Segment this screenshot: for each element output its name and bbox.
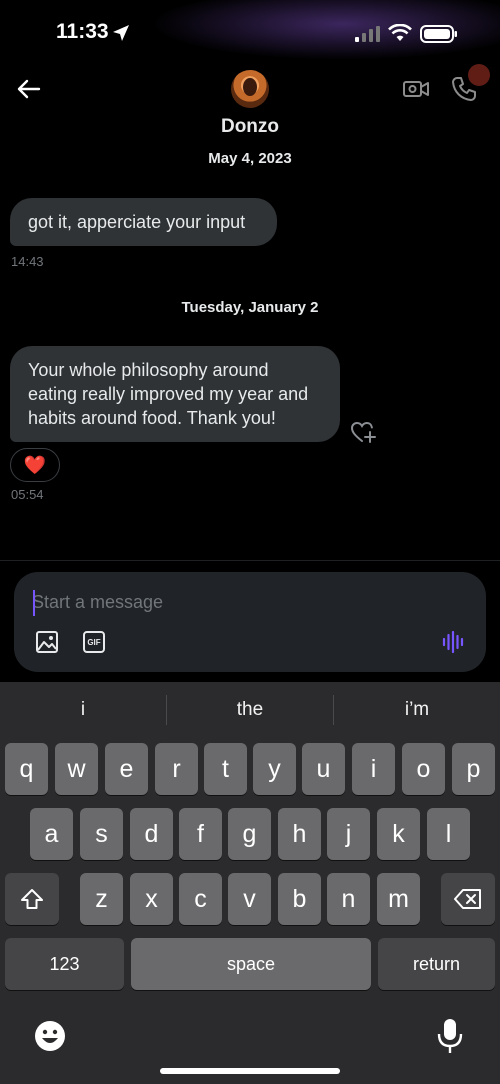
key-k[interactable]: k bbox=[377, 808, 420, 860]
status-bar: 11:33 bbox=[0, 0, 500, 64]
key-w[interactable]: w bbox=[55, 743, 98, 795]
numbers-key[interactable]: 123 bbox=[5, 938, 124, 990]
key-m[interactable]: m bbox=[377, 873, 420, 925]
date-separator: May 4, 2023 bbox=[208, 150, 292, 167]
space-key[interactable]: space bbox=[131, 938, 371, 990]
contact-name[interactable]: Donzo bbox=[0, 116, 500, 138]
wifi-icon bbox=[388, 24, 412, 41]
key-t[interactable]: t bbox=[204, 743, 247, 795]
key-y[interactable]: y bbox=[253, 743, 296, 795]
back-arrow-icon[interactable] bbox=[16, 76, 42, 102]
key-g[interactable]: g bbox=[228, 808, 271, 860]
backspace-icon bbox=[454, 889, 481, 909]
battery-icon bbox=[420, 25, 457, 43]
key-u[interactable]: u bbox=[302, 743, 345, 795]
message-timestamp: 14:43 bbox=[11, 254, 44, 269]
return-key[interactable]: return bbox=[378, 938, 495, 990]
key-e[interactable]: e bbox=[105, 743, 148, 795]
message-composer: GIF bbox=[14, 572, 486, 672]
onscreen-keyboard: i the i’m q w e r t y u i o p a s d f g … bbox=[0, 682, 500, 1084]
status-time: 11:33 bbox=[56, 20, 109, 43]
cellular-signal-icon bbox=[355, 26, 380, 42]
key-s[interactable]: s bbox=[80, 808, 123, 860]
key-d[interactable]: d bbox=[130, 808, 173, 860]
key-p[interactable]: p bbox=[452, 743, 495, 795]
heart-reaction[interactable]: ❤️ bbox=[10, 448, 60, 482]
message-bubble[interactable]: Your whole philosophy around eating real… bbox=[10, 346, 340, 442]
delete-key[interactable] bbox=[441, 873, 495, 925]
shift-icon bbox=[21, 889, 43, 909]
date-separator: Tuesday, January 2 bbox=[181, 299, 319, 316]
key-o[interactable]: o bbox=[402, 743, 445, 795]
shift-key[interactable] bbox=[5, 873, 59, 925]
key-i[interactable]: i bbox=[352, 743, 395, 795]
text-cursor bbox=[33, 590, 35, 616]
key-b[interactable]: b bbox=[278, 873, 321, 925]
composer-area: GIF bbox=[0, 560, 500, 682]
message-bubble[interactable]: got it, apperciate your input bbox=[10, 198, 277, 246]
key-x[interactable]: x bbox=[130, 873, 173, 925]
message-input[interactable] bbox=[32, 586, 432, 618]
key-r[interactable]: r bbox=[155, 743, 198, 795]
key-q[interactable]: q bbox=[5, 743, 48, 795]
add-reaction-icon[interactable] bbox=[350, 420, 376, 444]
suggestion[interactable]: i bbox=[0, 694, 166, 726]
voice-message-icon[interactable] bbox=[442, 630, 466, 654]
key-z[interactable]: z bbox=[80, 873, 123, 925]
dictation-mic-icon[interactable] bbox=[436, 1018, 464, 1054]
key-n[interactable]: n bbox=[327, 873, 370, 925]
key-c[interactable]: c bbox=[179, 873, 222, 925]
suggestion[interactable]: i’m bbox=[334, 694, 500, 726]
home-indicator[interactable] bbox=[160, 1068, 340, 1074]
video-call-icon[interactable] bbox=[403, 78, 429, 100]
key-h[interactable]: h bbox=[278, 808, 321, 860]
image-icon[interactable] bbox=[36, 631, 58, 653]
predictive-suggestions: i the i’m bbox=[0, 694, 500, 726]
key-l[interactable]: l bbox=[427, 808, 470, 860]
conversation-header: Donzo bbox=[0, 64, 500, 148]
key-f[interactable]: f bbox=[179, 808, 222, 860]
phone-call-icon[interactable] bbox=[451, 76, 477, 102]
message-timestamp: 05:54 bbox=[11, 487, 44, 502]
contact-avatar[interactable] bbox=[231, 70, 269, 108]
key-a[interactable]: a bbox=[30, 808, 73, 860]
gif-icon[interactable]: GIF bbox=[83, 631, 105, 653]
emoji-icon[interactable] bbox=[34, 1020, 66, 1052]
key-j[interactable]: j bbox=[327, 808, 370, 860]
heart-emoji: ❤️ bbox=[23, 454, 47, 475]
location-arrow-icon bbox=[113, 25, 129, 41]
suggestion[interactable]: the bbox=[167, 694, 333, 726]
key-v[interactable]: v bbox=[228, 873, 271, 925]
